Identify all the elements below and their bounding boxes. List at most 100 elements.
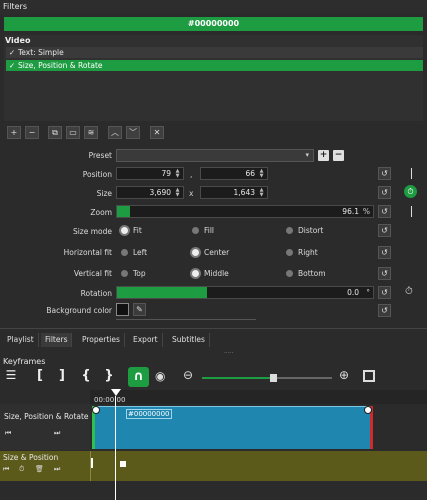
- snap-magnet-icon[interactable]: ∩: [128, 367, 149, 387]
- reset-bgcolor-button[interactable]: ↺: [378, 304, 391, 317]
- reset-rotation-button[interactable]: ↺: [378, 286, 391, 299]
- size-mode-distort-radio[interactable]: [286, 227, 293, 234]
- reset-zoom-button[interactable]: ↺: [378, 205, 391, 218]
- deselect-button[interactable]: ✕: [150, 126, 164, 139]
- spin-arrows-icon[interactable]: ▲ ▼: [173, 188, 182, 198]
- trash-icon[interactable]: 🗑: [35, 465, 44, 473]
- time-ruler[interactable]: [90, 390, 427, 404]
- track-size-position: [0, 451, 427, 481]
- rotation-fill: [117, 287, 207, 298]
- vfit-top-label: Top: [133, 269, 146, 278]
- vfit-top-radio[interactable]: [121, 270, 128, 277]
- timer-icon[interactable]: ⏱: [19, 465, 24, 474]
- filter-item-text-simple[interactable]: ✓ Text: Simple: [6, 47, 423, 58]
- spin-arrows-icon[interactable]: ▲ ▼: [173, 169, 182, 179]
- keyframe-marker[interactable]: [91, 458, 93, 468]
- next-keyframe-icon[interactable]: ⏭: [54, 465, 60, 474]
- keyframe-timer-icon[interactable]: ⏱: [405, 286, 413, 297]
- undo-icon: ↺: [381, 207, 388, 216]
- tab-export[interactable]: Export: [129, 333, 163, 347]
- preset-label: Preset: [88, 151, 112, 160]
- filter-item-size-position-rotate[interactable]: ✓ Size, Position & Rotate: [6, 60, 423, 71]
- filter-label: Size, Position & Rotate: [18, 61, 103, 70]
- prev-keyframe-icon[interactable]: ⏮: [3, 465, 9, 474]
- playhead-handle[interactable]: [111, 389, 121, 396]
- size-mode-fill-radio[interactable]: [192, 227, 199, 234]
- tab-subtitles[interactable]: Subtitles: [168, 333, 210, 347]
- menu-icon[interactable]: ☰: [4, 368, 18, 386]
- remove-preset-button[interactable]: −: [333, 150, 344, 161]
- scroll-indicator: [116, 319, 256, 320]
- playhead-line[interactable]: [115, 396, 116, 500]
- next-keyframe-icon[interactable]: ⏭: [54, 429, 60, 438]
- move-down-button[interactable]: ﹀: [126, 126, 140, 139]
- filter-checkbox[interactable]: ✓: [6, 60, 18, 71]
- zoom-out-icon[interactable]: ⊖: [183, 368, 193, 382]
- vfit-bottom-label: Bottom: [298, 269, 326, 278]
- spin-arrows-icon[interactable]: ▲ ▼: [257, 188, 266, 198]
- hfit-left-radio[interactable]: [121, 249, 128, 256]
- hfit-right-radio[interactable]: [286, 249, 293, 256]
- remove-filter-button[interactable]: −: [25, 126, 39, 139]
- reset-size-button[interactable]: ↺: [378, 186, 391, 199]
- reset-size-mode-button[interactable]: ↺: [378, 224, 391, 237]
- previous-keyframe-icon[interactable]: [: [34, 368, 46, 386]
- tab-filters[interactable]: Filters: [41, 333, 73, 347]
- color-swatch[interactable]: [116, 303, 129, 316]
- copy-filter-button[interactable]: ⧉: [48, 126, 62, 139]
- move-up-button[interactable]: ︿: [108, 126, 122, 139]
- scrub-eye-icon[interactable]: ◉: [155, 369, 165, 383]
- undo-icon: ↺: [381, 288, 388, 297]
- next-keyframe-icon[interactable]: ]: [56, 368, 68, 386]
- size-mode-distort-label: Distort: [298, 226, 324, 235]
- prev-keyframe-icon[interactable]: ⏮: [5, 429, 11, 438]
- keyframe-marker[interactable]: [120, 461, 126, 467]
- keyframe-timer-icon[interactable]: ⏱: [404, 185, 417, 198]
- spin-arrows-icon[interactable]: ▲ ▼: [257, 169, 266, 179]
- reset-hfit-button[interactable]: ↺: [378, 246, 391, 259]
- preset-select[interactable]: ▾: [116, 149, 314, 162]
- save-preset-stack-button[interactable]: ≋: [84, 126, 98, 139]
- add-preset-button[interactable]: +: [318, 150, 329, 161]
- reset-position-button[interactable]: ↺: [378, 167, 391, 180]
- undo-icon: ↺: [381, 188, 388, 197]
- track-name: Size, Position & Rotate: [4, 412, 89, 421]
- size-height-input[interactable]: 1,643 ▲ ▼: [200, 186, 268, 199]
- add-filter-button[interactable]: +: [7, 126, 21, 139]
- rotation-label: Rotation: [80, 289, 112, 298]
- filter-checkbox[interactable]: ✓: [6, 47, 18, 58]
- tab-properties[interactable]: Properties: [78, 333, 125, 347]
- clip-label: #00000000: [126, 409, 172, 419]
- undo-icon: ↺: [381, 169, 388, 178]
- zoom-fit-icon[interactable]: [363, 370, 375, 382]
- slider-handle[interactable]: [270, 374, 277, 382]
- tab-playlist[interactable]: Playlist: [3, 333, 39, 347]
- hfit-right-label: Right: [298, 248, 318, 257]
- panel-title: Filters: [3, 2, 27, 11]
- splitter-handle[interactable]: .....: [224, 348, 234, 355]
- position-label: Position: [82, 170, 112, 179]
- keyframe-dot[interactable]: [92, 406, 100, 414]
- open-brace-icon[interactable]: {: [80, 368, 92, 386]
- vfit-middle-label: Middle: [204, 269, 229, 278]
- zoom-slider[interactable]: 96.1%: [116, 205, 374, 218]
- reset-vfit-button[interactable]: ↺: [378, 267, 391, 280]
- timeline-zoom-fill: [202, 377, 272, 379]
- close-brace-icon[interactable]: }: [103, 368, 115, 386]
- keyframe-dot[interactable]: [364, 406, 372, 414]
- panel-header: Filters: [0, 0, 427, 14]
- size-mode-fit-radio[interactable]: [121, 227, 128, 234]
- keyframe-indicator: [411, 168, 412, 179]
- vfit-middle-radio[interactable]: [192, 270, 199, 277]
- vfit-bottom-radio[interactable]: [286, 270, 293, 277]
- hfit-center-radio[interactable]: [192, 249, 199, 256]
- size-width-input[interactable]: 3,690 ▲ ▼: [116, 186, 184, 199]
- position-x-input[interactable]: 79 ▲ ▼: [116, 167, 184, 180]
- paste-filter-button[interactable]: ▭: [66, 126, 80, 139]
- rotation-slider[interactable]: 0.0 °: [116, 286, 374, 299]
- timeline-zoom-slider[interactable]: [202, 374, 332, 382]
- position-y-input[interactable]: 66 ▲ ▼: [200, 167, 268, 180]
- eyedropper-icon[interactable]: ✎: [133, 303, 146, 316]
- zoom-in-icon[interactable]: ⊕: [339, 368, 349, 382]
- background-color-label: Background color: [46, 306, 112, 315]
